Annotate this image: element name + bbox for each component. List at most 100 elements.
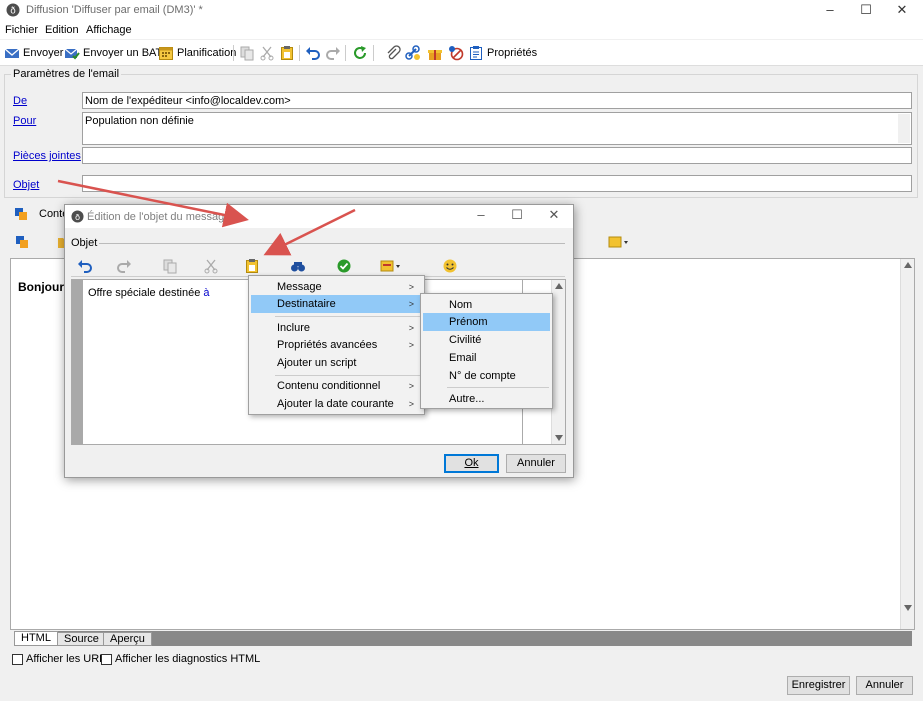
subject-text-suffix: à — [203, 287, 210, 299]
dialog-copy-icon[interactable] — [162, 258, 178, 274]
chevron-right-icon: > — [408, 340, 414, 350]
menu-edition[interactable]: Edition — [45, 24, 79, 36]
html-template-icon[interactable] — [15, 235, 31, 251]
email-params-legend: Paramètres de l'email — [11, 68, 122, 80]
properties-button[interactable]: Propriétés — [468, 45, 537, 61]
gift-button[interactable] — [427, 45, 443, 61]
subject-label[interactable]: Objet — [13, 179, 39, 191]
dialog-group-divider — [99, 243, 565, 244]
menu-fichier[interactable]: Fichier — [5, 24, 38, 36]
attachment-button[interactable] — [385, 45, 401, 61]
minimize-icon[interactable]: – — [815, 0, 845, 21]
personalization-dropdown-icon[interactable] — [608, 235, 629, 251]
close-icon[interactable]: ✕ — [887, 0, 917, 21]
window-title: Diffusion 'Diffuser par email (DM3)' * — [26, 4, 203, 16]
menu-item-script-label: Ajouter un script — [277, 357, 357, 369]
dialog-toolbar — [71, 255, 565, 277]
attachments-field[interactable] — [82, 147, 912, 164]
chevron-right-icon: > — [408, 282, 414, 292]
save-button[interactable]: Enregistrer — [787, 676, 850, 695]
dialog-cut-icon[interactable] — [203, 258, 219, 274]
ok-button[interactable]: Ok — [444, 454, 499, 473]
tab-html[interactable]: HTML — [14, 631, 58, 646]
dialog-redo-icon[interactable] — [116, 258, 132, 274]
to-field-scrollbar[interactable] — [898, 114, 910, 143]
dialog-maximize-icon[interactable]: ☐ — [502, 205, 532, 226]
schedule-button[interactable]: Planification — [158, 45, 236, 61]
submenu-item-email[interactable]: Email — [423, 349, 550, 367]
menu-item-destinataire[interactable]: Destinataire > — [251, 295, 422, 313]
copy-button[interactable] — [239, 45, 255, 61]
submenu-item-autre[interactable]: Autre... — [423, 390, 550, 408]
chevron-right-icon: > — [408, 323, 414, 333]
show-diagnostics-box[interactable] — [101, 653, 112, 665]
tab-source[interactable]: Source — [57, 632, 106, 646]
tab-preview[interactable]: Aperçu — [103, 632, 152, 646]
redo-button[interactable] — [325, 45, 341, 61]
cancel-button[interactable]: Annuler — [856, 676, 913, 695]
to-label[interactable]: Pour — [13, 115, 36, 127]
send-proof-label: Envoyer un BAT — [83, 47, 163, 59]
show-urls-box[interactable] — [12, 653, 23, 665]
chevron-right-icon: > — [408, 399, 414, 409]
from-field[interactable]: Nom de l'expéditeur <info@localdev.com> — [82, 92, 912, 109]
gift-icon — [427, 45, 443, 61]
menu-item-inclure[interactable]: Inclure > — [251, 319, 422, 337]
envelope-check-icon — [64, 45, 80, 61]
menu-affichage[interactable]: Affichage — [86, 24, 132, 36]
paste-button[interactable] — [279, 45, 295, 61]
schedule-label: Planification — [177, 47, 237, 59]
menu-item-message[interactable]: Message > — [251, 278, 422, 296]
html-content-icon — [14, 207, 30, 223]
dialog-paste-icon[interactable] — [244, 258, 260, 274]
submenu-item-civilite[interactable]: Civilité — [423, 331, 550, 349]
send-button[interactable]: Envoyer — [4, 45, 63, 61]
refresh-button[interactable] — [352, 45, 368, 61]
undo-button[interactable] — [305, 45, 321, 61]
menu-item-date-courante[interactable]: Ajouter la date courante > — [251, 395, 422, 413]
dialog-validate-icon[interactable] — [336, 258, 352, 274]
attachments-label[interactable]: Pièces jointes — [13, 150, 81, 162]
editor-scrollbar[interactable] — [900, 259, 914, 629]
dialog-find-icon[interactable] — [290, 258, 306, 274]
submenu-item-prenom[interactable]: Prénom — [423, 313, 550, 331]
chevron-right-icon: > — [408, 299, 414, 309]
dialog-personalization-icon[interactable] — [380, 258, 404, 274]
subject-scrollbar[interactable] — [551, 280, 565, 444]
scissors-icon — [259, 45, 275, 61]
main-toolbar: Envoyer Envoyer un BAT Planification Pro… — [0, 40, 923, 66]
menu-divider — [275, 316, 421, 317]
redo-icon — [325, 45, 341, 61]
show-urls-label: Afficher les URL — [26, 653, 106, 665]
show-diagnostics-checkbox[interactable]: Afficher les diagnostics HTML — [101, 653, 260, 665]
show-diagnostics-label: Afficher les diagnostics HTML — [115, 653, 261, 665]
app-logo-icon: ð — [6, 3, 22, 19]
dialog-emoji-icon[interactable] — [442, 258, 458, 274]
editor-gutter — [72, 280, 83, 444]
envelope-icon — [4, 45, 20, 61]
maximize-icon[interactable]: ☐ — [851, 0, 881, 21]
menu-item-contenu-conditionnel[interactable]: Contenu conditionnel > — [251, 377, 422, 395]
show-urls-checkbox[interactable]: Afficher les URL — [12, 653, 105, 665]
submenu-item-nom[interactable]: Nom — [423, 296, 550, 314]
send-proof-button[interactable]: Envoyer un BAT — [64, 45, 162, 61]
to-field[interactable]: Population non définie — [82, 112, 912, 145]
dialog-minimize-icon[interactable]: – — [466, 205, 496, 226]
subject-text: Offre spéciale destinée à — [88, 287, 210, 299]
dialog-close-icon[interactable]: ✕ — [539, 205, 569, 226]
ok-button-label: Ok — [464, 457, 479, 469]
subject-text-prefix: Offre spéciale destinée — [88, 287, 204, 299]
subject-field[interactable] — [82, 175, 912, 192]
from-label[interactable]: De — [13, 95, 27, 107]
svg-text:ð: ð — [75, 212, 80, 222]
dialog-undo-icon[interactable] — [77, 258, 93, 274]
cut-button[interactable] — [259, 45, 275, 61]
dialog-cancel-button[interactable]: Annuler — [506, 454, 566, 473]
submenu-divider — [447, 387, 549, 388]
menu-item-ajouter-script[interactable]: Ajouter un script — [251, 354, 422, 372]
link-button[interactable] — [405, 45, 421, 61]
menu-item-proprietes-avancees[interactable]: Propriétés avancées > — [251, 336, 422, 354]
tracking-button[interactable] — [448, 45, 464, 61]
clipboard-icon — [279, 45, 295, 61]
submenu-item-numero-compte[interactable]: N° de compte — [423, 367, 550, 385]
